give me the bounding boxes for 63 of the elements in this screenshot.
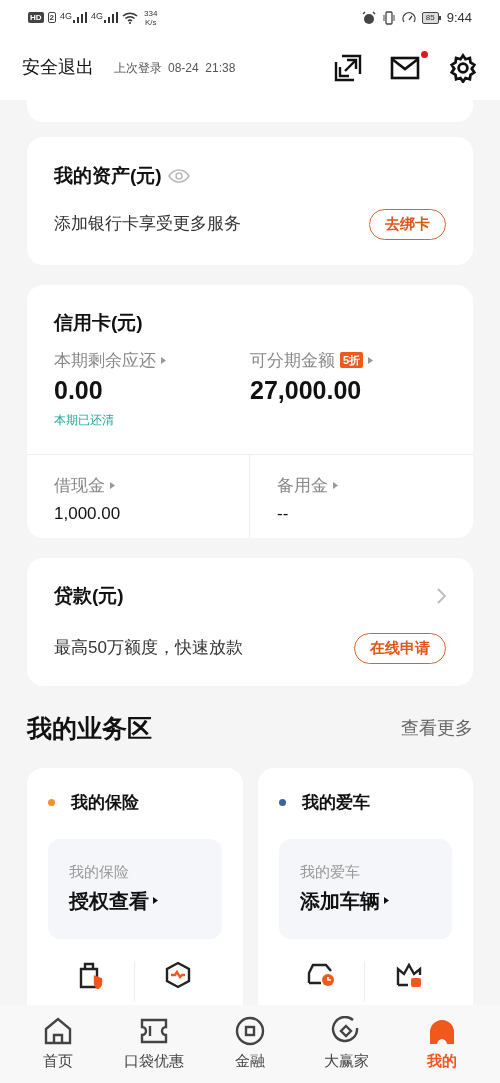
nav-tab[interactable]: 首页 [10, 1015, 106, 1073]
triangle-icon [161, 356, 166, 364]
bind-card-hint: 添加银行卡享受更多服务 [54, 213, 241, 236]
wifi-icon [122, 11, 139, 24]
battery-icon: 85 [421, 11, 441, 24]
stat-value: 27,000.00 [250, 375, 363, 406]
nav-tab[interactable]: 大赢家 [298, 1015, 394, 1073]
last-login-label: 上次登录 [114, 59, 162, 77]
car-clock-icon[interactable] [306, 961, 337, 989]
speed-value: 334 [144, 8, 158, 18]
paid-status: 本期已还清 [54, 412, 115, 429]
apply-button[interactable]: 在线申请 [354, 632, 446, 664]
network-label: 4G [60, 12, 73, 21]
assets-title: 我的资产(元) [54, 164, 162, 188]
home-icon [43, 1015, 73, 1046]
card-title: 我的保险 [71, 791, 139, 814]
clock-time: 9:44 [446, 8, 472, 27]
signal-icon [73, 12, 88, 23]
nav-tab[interactable]: 我的 [394, 1015, 490, 1073]
triangle-icon [333, 482, 338, 490]
panel-action: 添加车辆 [299, 888, 380, 914]
see-more-link[interactable]: 查看更多 [401, 715, 473, 743]
settings-icon[interactable] [448, 52, 478, 83]
action-panel[interactable]: 我的保险 授权查看 [48, 839, 222, 939]
section-title: 我的业务区 [27, 713, 152, 744]
stat-label[interactable]: 本期剩余应还 [54, 347, 156, 373]
credit-title: 信用卡(元) [54, 312, 143, 333]
gauge-icon [401, 10, 416, 25]
alarm-icon [361, 10, 376, 25]
panel-action: 授权查看 [69, 888, 149, 914]
mail-icon[interactable] [390, 55, 420, 80]
nav-tab[interactable]: 口袋优惠 [106, 1015, 202, 1073]
card-title: 我的爱车 [301, 791, 370, 814]
triangle-icon [383, 897, 389, 904]
panel-subtitle: 我的保险 [69, 862, 130, 882]
sub-stat-label[interactable]: 借现金 [54, 473, 105, 499]
action-panel[interactable]: 我的爱车 添加车辆 [278, 839, 452, 939]
triangle-icon [368, 356, 374, 364]
sub-stat-value: -- [277, 502, 290, 525]
stat-label[interactable]: 可分期金额 [250, 347, 335, 373]
sim-badge: 2 [47, 12, 56, 23]
hd-badge: HD [28, 12, 44, 23]
loan-hint: 最高50万额度，快速放款 [54, 637, 243, 660]
last-login-time: 08-24 21:38 [168, 59, 236, 77]
sub-stat-label[interactable]: 备用金 [277, 473, 328, 499]
speed-unit: K/s [144, 17, 157, 27]
signal-icon [104, 12, 119, 23]
vibrate-icon [381, 10, 396, 25]
logout-link[interactable]: 安全退出 [22, 54, 94, 81]
network-label: 4G [91, 12, 104, 21]
hexagon-pulse-icon[interactable] [164, 961, 193, 989]
nav-tab[interactable]: 金融 [202, 1015, 298, 1073]
loan-title: 贷款(元) [54, 584, 124, 608]
expand-icon[interactable] [334, 53, 362, 82]
triangle-icon [110, 482, 115, 490]
stat-value: 0.00 [54, 375, 104, 406]
discount-tag: 5折 [340, 352, 364, 369]
sub-stat-value: 1,000.00 [54, 502, 122, 525]
panel-subtitle: 我的爱车 [299, 862, 361, 882]
coin-icon [235, 1015, 265, 1046]
bind-card-button[interactable]: 去绑卡 [369, 208, 446, 240]
triangle-icon [153, 897, 158, 904]
crown-icon[interactable] [394, 961, 423, 989]
